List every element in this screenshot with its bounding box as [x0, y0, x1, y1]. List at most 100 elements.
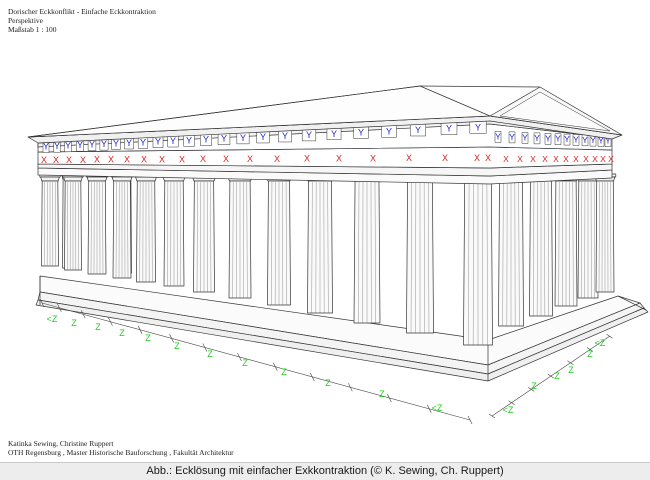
column	[161, 173, 187, 287]
interval-label: Z	[95, 322, 101, 332]
triglyph-label: Y	[522, 132, 528, 142]
metope-label: X	[553, 154, 559, 164]
metope-label: X	[573, 154, 579, 164]
interval-label: Z	[207, 349, 213, 359]
column	[552, 173, 580, 307]
interval-label: <Z	[47, 314, 58, 324]
column	[85, 173, 109, 275]
metope-label: X	[563, 154, 569, 164]
interval-label: Z	[145, 333, 151, 343]
triglyph-label: Y	[155, 137, 161, 147]
interval-label: <Z	[595, 338, 606, 348]
triglyph-label: Y	[170, 136, 176, 146]
metope-label: X	[108, 155, 114, 165]
triglyph-label: Y	[221, 134, 227, 144]
metope-label: X	[608, 154, 614, 164]
metope-label: X	[53, 155, 59, 165]
metope-label: X	[223, 154, 229, 164]
metope-label: X	[530, 154, 536, 164]
column	[526, 173, 556, 317]
triglyph-label: Y	[282, 131, 288, 141]
metope-label: X	[141, 154, 147, 164]
credit-authors: Katinka Sewing, Christine Ruppert	[8, 439, 114, 448]
interval-label: Z	[587, 349, 593, 359]
interval-label: Z	[281, 367, 287, 377]
temple-perspective: XXXXXXXXXXXXXXXXXXXXXXXXXXXXXXXX YYYYYYY…	[27, 85, 649, 425]
triglyph-label: Y	[358, 128, 364, 138]
metope-label: X	[485, 153, 491, 163]
column	[39, 173, 61, 267]
metope-label: X	[592, 154, 598, 164]
interval-label: Z	[119, 328, 125, 338]
metope-label: X	[41, 155, 47, 165]
metope-label: X	[474, 153, 480, 163]
column	[110, 173, 134, 279]
drawing-view: Perspektive	[8, 16, 43, 25]
metope-label: X	[583, 154, 589, 164]
column	[460, 173, 496, 346]
figure-caption: Abb.: Ecklösung mit einfacher Exkkontrak…	[0, 462, 650, 480]
triglyph-label: Y	[564, 134, 570, 144]
column	[226, 173, 254, 299]
drawing-scale: Maßstab 1 : 100	[8, 25, 57, 34]
column	[62, 173, 84, 271]
drawing-title: Dorischer Eckkonflikt - Einfache Eckkont…	[8, 7, 156, 16]
metope-label: X	[80, 155, 86, 165]
triglyph-label: Y	[43, 142, 49, 152]
metope-label: X	[370, 153, 376, 163]
metope-label: X	[406, 153, 412, 163]
temple-drawing: XXXXXXXXXXXXXXXXXXXXXXXXXXXXXXXX YYYYYYY…	[0, 0, 650, 462]
triglyph-label: Y	[386, 126, 392, 136]
triglyph-label: Y	[545, 133, 551, 143]
column	[403, 173, 437, 334]
metope-label: X	[66, 155, 72, 165]
triglyph-label: Y	[582, 135, 588, 145]
triglyph-label: Y	[65, 141, 71, 151]
column	[495, 173, 527, 327]
interval-label: Z	[71, 318, 77, 328]
interval-label: Z	[379, 389, 385, 399]
metope-label: X	[517, 154, 523, 164]
triglyph-label: Y	[89, 140, 95, 150]
triglyph-label: Y	[203, 135, 209, 145]
column	[134, 173, 158, 283]
triglyph-label: Y	[260, 132, 266, 142]
column	[191, 173, 217, 293]
interval-label: <Z	[432, 403, 443, 413]
metope-label: X	[304, 154, 310, 164]
metope-label: X	[442, 153, 448, 163]
metope-label: X	[336, 154, 342, 164]
triglyph-label: Y	[509, 132, 515, 142]
metope-label: X	[274, 154, 280, 164]
interval-label: <Z	[503, 405, 514, 415]
metope-label: X	[247, 154, 253, 164]
interval-label: Z	[568, 365, 574, 375]
metope-label: X	[200, 154, 206, 164]
triglyph-label: Y	[54, 141, 60, 151]
interval-label: Z	[531, 381, 537, 391]
interval-label: Z	[174, 341, 180, 351]
triglyph-label: Y	[240, 133, 246, 143]
credit-institution: OTH Regensburg , Master Historische Bauf…	[8, 448, 234, 457]
triglyph-label: Y	[534, 133, 540, 143]
metope-label: X	[94, 155, 100, 165]
triglyph-label: Y	[186, 135, 192, 145]
metope-label: X	[600, 154, 606, 164]
triglyph-label: Y	[113, 139, 119, 149]
triglyph-label: Y	[306, 130, 312, 140]
metope-label: X	[159, 154, 165, 164]
column	[304, 173, 336, 314]
triglyph-label: Y	[495, 131, 501, 141]
triglyph-label: Y	[475, 122, 481, 132]
interval-label: Z	[554, 371, 560, 381]
column	[593, 173, 617, 293]
triglyph-label: Y	[446, 124, 452, 134]
triglyph-label: Y	[415, 125, 421, 135]
metope-label: X	[179, 154, 185, 164]
interval-label: Z	[325, 378, 331, 388]
metope-label: X	[124, 155, 130, 165]
triglyph-label: Y	[126, 138, 132, 148]
triglyph-label: Y	[331, 129, 337, 139]
triglyph-label: Y	[555, 134, 561, 144]
triglyph-label: Y	[77, 140, 83, 150]
